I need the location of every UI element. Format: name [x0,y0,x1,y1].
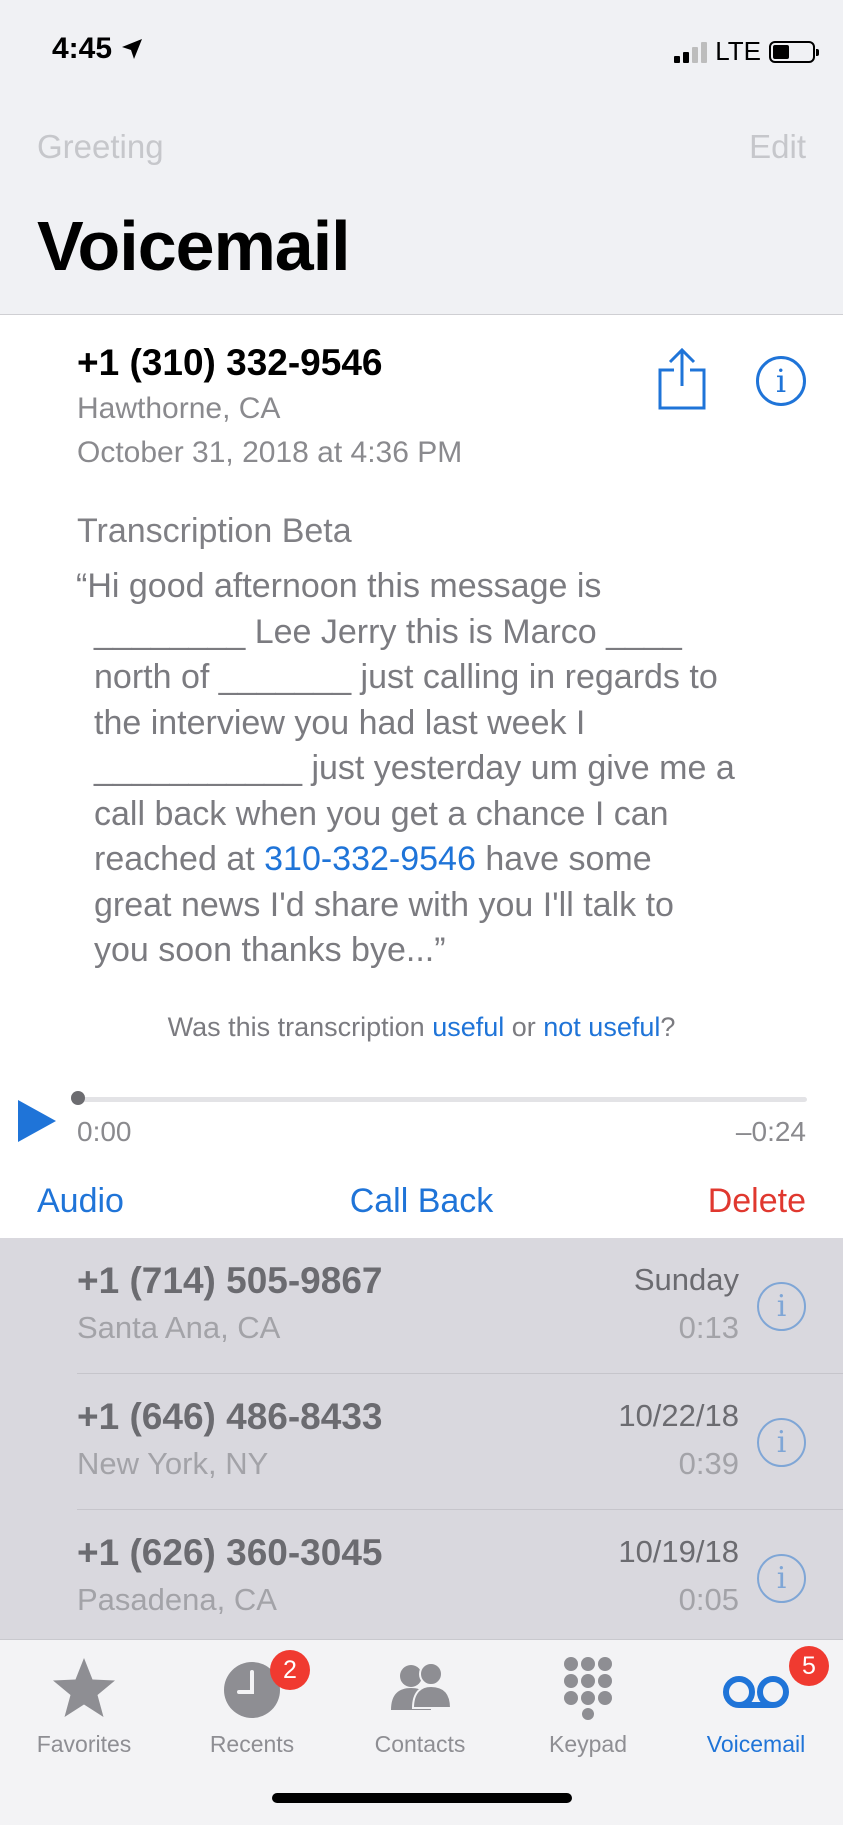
transcript-phone-link[interactable]: 310-332-9546 [264,840,476,878]
feedback-prefix: Was this transcription [167,1012,433,1042]
feedback-or: or [504,1012,544,1042]
clock-text: 4:45 [52,32,113,65]
cellular-signal-icon [674,41,708,63]
voicemail-date: 10/19/18 [618,1534,739,1569]
caller-location: Pasadena, CA [77,1582,277,1617]
battery-icon [769,40,819,63]
info-icon[interactable]: i [757,1554,806,1603]
info-icon[interactable]: i [757,1282,806,1331]
navigation-header: 4:45 LTE Greeting Edit Voicemail [0,0,843,315]
transcript-line: “Hi good afternoon this message is [76,567,602,605]
list-item[interactable]: +1 (626) 360-3045 Pasadena, CA 10/19/18 … [0,1510,843,1639]
caller-number: +1 (310) 332-9546 [77,342,383,383]
status-bar-time: 4:45 [52,32,144,66]
voicemail-date: 10/22/18 [618,1398,739,1433]
transcription-label: Transcription Beta [77,512,352,550]
transcript-text: have some [475,840,652,878]
transcript-text: reached at [94,840,265,878]
elapsed-time: 0:00 [77,1116,132,1147]
useful-link[interactable]: useful [432,1012,504,1042]
scrubber-handle[interactable] [71,1091,85,1105]
transcript-line: ___________ just yesterday um give me a [94,749,735,787]
delete-button[interactable]: Delete [708,1182,806,1221]
tab-voicemail[interactable]: 5 Voicemail [672,1640,840,1770]
remaining-time: –0:24 [735,1116,806,1147]
info-icon[interactable]: i [757,1418,806,1467]
caller-location: New York, NY [77,1446,269,1481]
transcript-line: reached at 310-332-9546 have some [76,837,816,883]
voicemail-date: Sunday [633,1262,739,1297]
voicemail-duration: 0:39 [678,1446,739,1481]
location-arrow-icon [122,39,143,59]
transcription-feedback: Was this transcription useful or not use… [0,1012,843,1043]
tab-label: Voicemail [706,1731,806,1757]
transcript-line: great news I'd share with you I'll talk … [94,885,674,924]
edit-button[interactable]: Edit [749,128,806,166]
play-icon[interactable] [18,1100,56,1142]
caller-location: Santa Ana, CA [77,1310,281,1345]
tab-label: Keypad [548,1731,627,1757]
transcription-text: “Hi good afternoon this message is _____… [76,564,816,974]
playback-scrubber[interactable] [77,1097,807,1102]
selected-voicemail: +1 (310) 332-9546 Hawthorne, CA October … [0,316,843,1238]
status-bar-indicators: LTE [674,36,819,67]
transcript-line: ________ Lee Jerry this is Marco ____ [94,612,682,651]
voicemail-icon [723,1676,789,1708]
share-icon[interactable] [656,346,708,410]
call-back-button[interactable]: Call Back [350,1182,494,1220]
transcript-line: north of _______ just calling in regards… [94,658,718,696]
transcript-line: call back when you get a chance I can [94,794,669,833]
greeting-button[interactable]: Greeting [37,128,164,166]
voicemail-duration: 0:13 [678,1310,739,1345]
not-useful-link[interactable]: not useful [543,1012,660,1042]
transcript-line: you soon thanks bye...” [94,931,446,969]
recents-badge: 2 [270,1650,310,1690]
caller-number: +1 (626) 360-3045 [77,1532,383,1573]
caller-number: +1 (646) 486-8433 [77,1396,383,1437]
network-type: LTE [715,36,761,66]
tab-recents[interactable]: 2 Recents [168,1640,336,1770]
tab-label: Recents [209,1731,295,1757]
voicemail-list: +1 (714) 505-9867 Santa Ana, CA Sunday 0… [0,1238,843,1639]
feedback-suffix: ? [660,1012,676,1042]
transcript-line: the interview you had last week I [94,703,586,742]
tab-contacts[interactable]: Contacts [336,1640,504,1770]
voicemail-badge: 5 [789,1646,829,1686]
page-title: Voicemail [37,207,351,285]
tab-label: Favorites [36,1731,132,1757]
voicemail-date: October 31, 2018 at 4:36 PM [77,436,463,469]
tab-favorites[interactable]: Favorites [0,1640,168,1770]
caller-location: Hawthorne, CA [77,392,281,425]
tab-label: Contacts [374,1731,466,1757]
home-indicator[interactable] [272,1793,572,1803]
info-icon[interactable]: i [756,356,806,406]
audio-button[interactable]: Audio [37,1182,124,1221]
contacts-icon [391,1662,453,1710]
star-icon [53,1658,115,1717]
caller-number: +1 (714) 505-9867 [77,1260,383,1301]
tab-keypad[interactable]: Keypad [504,1640,672,1770]
list-item[interactable]: +1 (714) 505-9867 Santa Ana, CA Sunday 0… [0,1238,843,1374]
list-item[interactable]: +1 (646) 486-8433 New York, NY 10/22/18 … [0,1374,843,1510]
keypad-icon [564,1657,612,1720]
voicemail-duration: 0:05 [678,1582,739,1617]
